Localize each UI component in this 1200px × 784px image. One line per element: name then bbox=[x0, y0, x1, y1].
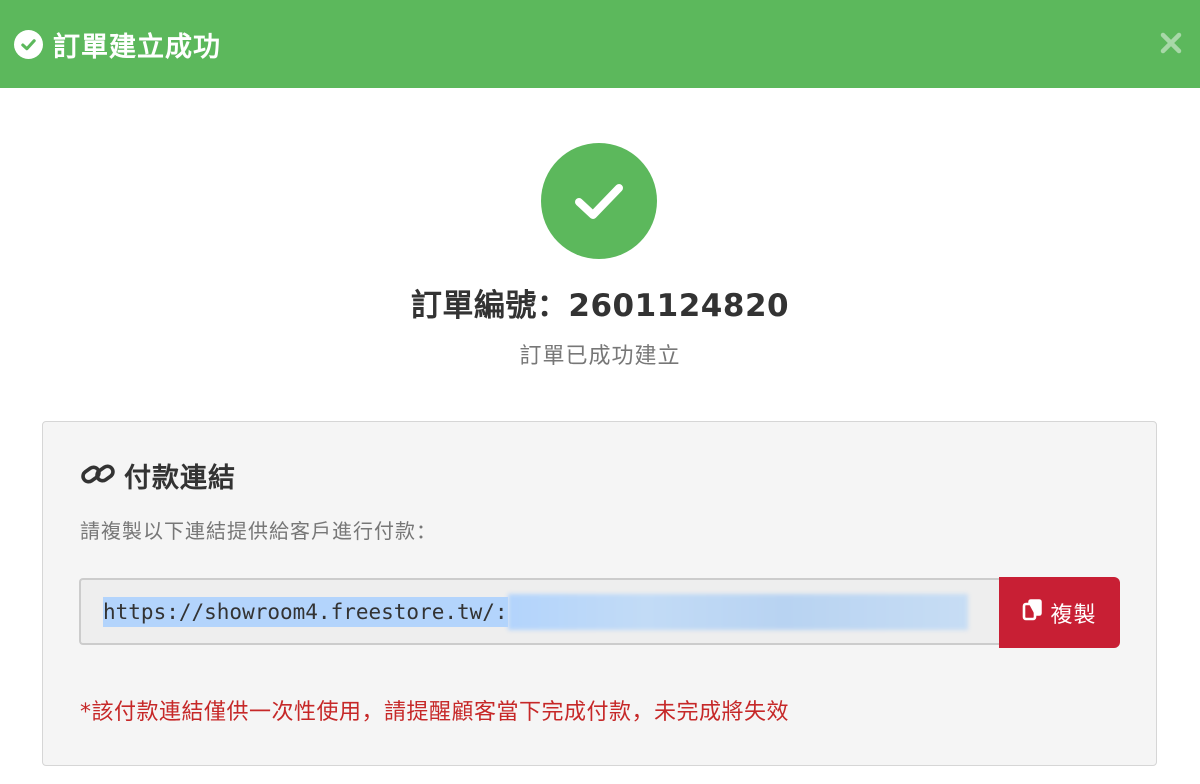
panel-instruction: 請複製以下連結提供給客戶進行付款： bbox=[80, 519, 437, 543]
check-circle-icon bbox=[14, 29, 43, 59]
copy-button[interactable]: 複製 bbox=[999, 577, 1120, 648]
redacted-url-segment bbox=[507, 593, 968, 630]
link-icon bbox=[80, 459, 116, 493]
payment-url-field[interactable]: https://showroom4.freestore.tw/: bbox=[79, 578, 999, 645]
payment-url-group: https://showroom4.freestore.tw/: 複製 bbox=[79, 577, 1120, 648]
close-icon[interactable] bbox=[1156, 28, 1186, 58]
order-number: 訂單編號：2601124820 bbox=[410, 288, 790, 324]
success-check-icon bbox=[541, 143, 657, 259]
order-status: 訂單已成功建立 bbox=[519, 344, 681, 369]
copy-icon bbox=[1022, 598, 1044, 628]
one-time-warning: *該付款連結僅供一次性使用，請提醒顧客當下完成付款，未完成將失效 bbox=[80, 700, 790, 725]
header-title: 訂單建立成功 bbox=[53, 31, 221, 63]
payment-link-panel: 付款連結 請複製以下連結提供給客戶進行付款： https://showroom4… bbox=[42, 421, 1157, 766]
payment-url-text: https://showroom4.freestore.tw/: bbox=[103, 596, 508, 627]
success-header-bar: 訂單建立成功 bbox=[0, 0, 1200, 88]
panel-heading: 付款連結 bbox=[80, 456, 236, 495]
copy-button-label: 複製 bbox=[1050, 602, 1097, 628]
panel-title: 付款連結 bbox=[124, 463, 236, 494]
